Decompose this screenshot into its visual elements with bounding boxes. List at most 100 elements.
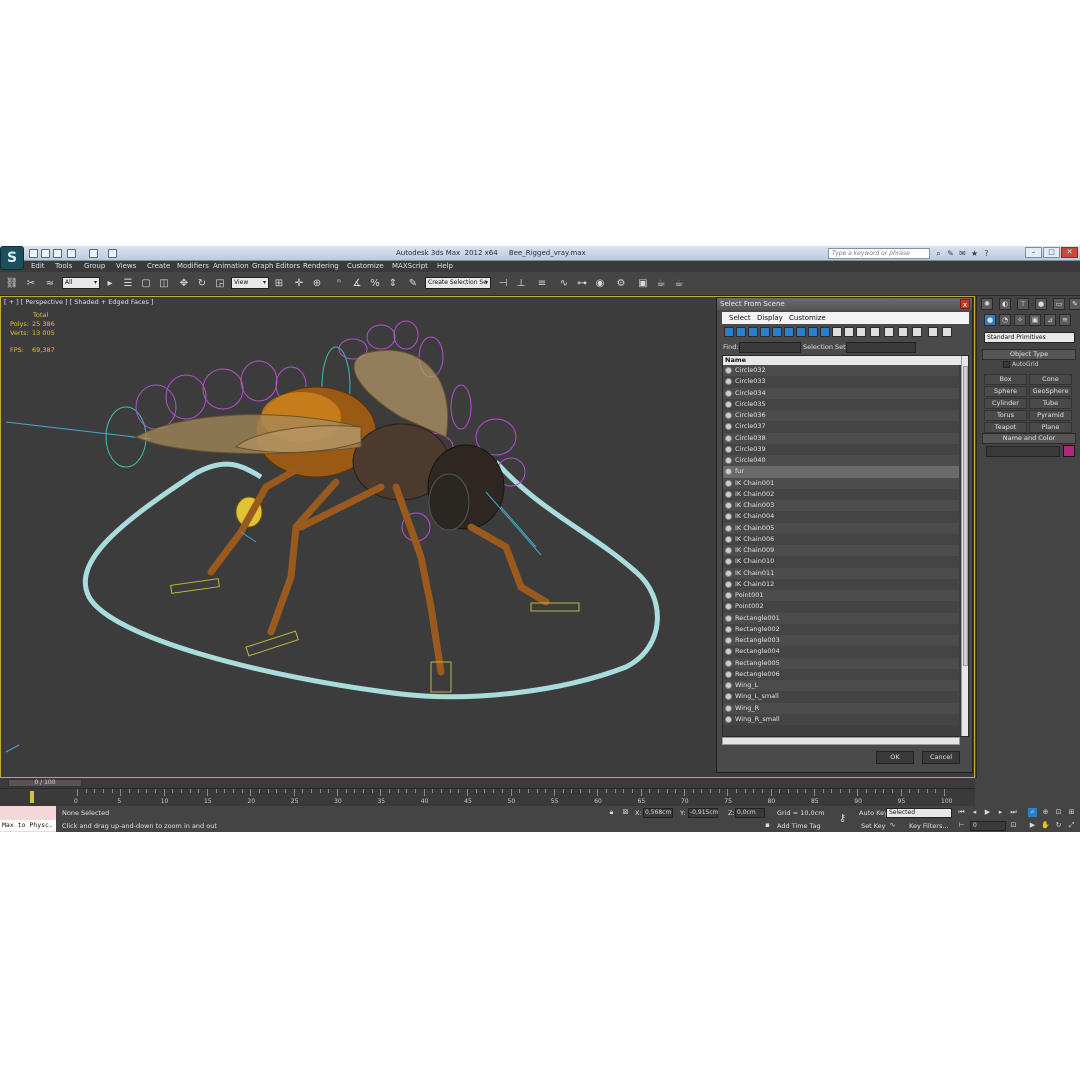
menu-tools[interactable]: Tools	[55, 262, 72, 270]
scale-icon[interactable]: ◲	[213, 277, 227, 291]
list-item[interactable]: Point002	[723, 601, 959, 613]
list-item[interactable]: Wing_R	[723, 702, 959, 714]
list-item[interactable]: IK Chain012	[723, 578, 959, 590]
list-item[interactable]: Circle038	[723, 432, 959, 444]
orbit-icon[interactable]: ↻	[1054, 821, 1063, 830]
display-geometry-icon[interactable]	[724, 327, 734, 337]
list-item[interactable]: IK Chain001	[723, 477, 959, 489]
zoom-extents-icon[interactable]: ⊡	[1054, 808, 1063, 817]
dialog-title[interactable]: Select From Scene	[717, 298, 972, 310]
column-header-name[interactable]: Name	[723, 356, 961, 365]
time-slider[interactable]: 0 / 100	[0, 778, 975, 788]
sphere-button[interactable]: Sphere	[984, 386, 1027, 397]
material-editor-icon[interactable]: ◉	[593, 277, 607, 291]
display-bones-icon[interactable]	[820, 327, 830, 337]
list-item[interactable]: Wing_L_small	[723, 691, 959, 703]
menu-customize[interactable]: Customize	[347, 262, 384, 270]
list-item[interactable]: Rectangle003	[723, 635, 959, 647]
display-all-icon[interactable]	[870, 327, 880, 337]
hierarchy-tab-icon[interactable]: ⊤	[1017, 298, 1029, 310]
open-file-icon[interactable]	[41, 249, 50, 258]
geosphere-button[interactable]: GeoSphere	[1029, 386, 1072, 397]
z-coord-field[interactable]: 0,0cm	[735, 808, 765, 818]
list-item[interactable]: IK Chain004	[723, 511, 959, 523]
list-item[interactable]: Point001	[723, 590, 959, 602]
object-color-swatch[interactable]	[1063, 445, 1075, 457]
close-window-button[interactable]: ✕	[1061, 247, 1078, 258]
display-groups-icon[interactable]	[796, 327, 806, 337]
maxscript-mini-listener[interactable]: Max to Physc.	[0, 820, 56, 831]
curve-editor-icon[interactable]: ∿	[557, 277, 571, 291]
maxscript-listener[interactable]: Max to Physc.	[0, 806, 56, 832]
list-item[interactable]: Circle034	[723, 387, 959, 399]
time-tag-icon[interactable]: ▪	[763, 821, 772, 830]
space-warps-category-icon[interactable]: ≋	[1059, 314, 1071, 326]
spinner-snap-icon[interactable]: ⇕	[386, 277, 400, 291]
find-input[interactable]	[739, 342, 801, 353]
scene-object-list[interactable]: Name Circle032 Circle033 Circle034 Circle03…	[722, 355, 969, 737]
edit-named-selection-icon[interactable]: ✎	[406, 277, 420, 291]
named-selection-dropdown[interactable]: Create Selection Se	[425, 277, 491, 289]
help-search-input[interactable]: Type a keyword or phrase	[828, 248, 930, 259]
list-item[interactable]: IK Chain005	[723, 522, 959, 534]
list-item[interactable]: IK Chain011	[723, 567, 959, 579]
hierarchy-view-icon[interactable]	[942, 327, 952, 337]
auto-key-button[interactable]: Auto Key	[859, 809, 888, 817]
go-to-start-icon[interactable]: ⏮	[957, 808, 966, 817]
display-containers-icon[interactable]	[832, 327, 842, 337]
list-scroll-thumb[interactable]	[963, 366, 968, 666]
mirror-icon[interactable]: ⊣	[496, 277, 510, 291]
layer-manager-icon[interactable]: ≡	[535, 277, 549, 291]
go-to-end-icon[interactable]: ⏭	[1009, 808, 1018, 817]
current-frame-field[interactable]: 0	[970, 821, 1006, 831]
geometry-category-icon[interactable]: ●	[984, 314, 996, 326]
undo-icon[interactable]	[67, 249, 76, 258]
list-horizontal-scrollbar[interactable]	[722, 737, 960, 745]
dialog-menu-customize[interactable]: Customize	[789, 314, 826, 322]
previous-frame-icon[interactable]: ◂	[970, 808, 979, 817]
ground-control-ring[interactable]	[82, 460, 660, 700]
menu-group[interactable]: Group	[84, 262, 105, 270]
utilities-tab-icon[interactable]: ✎	[1069, 298, 1080, 310]
rotate-icon[interactable]: ↻	[195, 277, 209, 291]
selection-filter-dropdown[interactable]: All	[62, 277, 100, 289]
schematic-view-icon[interactable]: ⊶	[575, 277, 589, 291]
save-file-icon[interactable]	[53, 249, 62, 258]
menu-create[interactable]: Create	[147, 262, 170, 270]
align-icon[interactable]: ⊥	[514, 277, 528, 291]
list-item[interactable]: Wing_L	[723, 680, 959, 692]
absolute-mode-icon[interactable]: ⊠	[621, 808, 630, 817]
display-invert-icon[interactable]	[898, 327, 908, 337]
list-item[interactable]: Circle040	[723, 455, 959, 467]
object-type-rollout[interactable]: Object Type	[982, 349, 1076, 360]
dialog-menu-select[interactable]: Select	[729, 314, 751, 322]
ok-button[interactable]: OK	[876, 751, 914, 764]
menu-modifiers[interactable]: Modifiers	[177, 262, 209, 270]
key-filter-curve-icon[interactable]: ∿	[888, 821, 897, 830]
sync-selection-icon[interactable]	[912, 327, 922, 337]
key-mode-toggle-icon[interactable]: ⊢	[957, 821, 966, 830]
move-icon[interactable]: ✥	[177, 277, 191, 291]
display-none-icon[interactable]	[884, 327, 894, 337]
y-coord-field[interactable]: -0,915cm	[688, 808, 719, 818]
display-frozen-icon[interactable]	[844, 327, 854, 337]
teapot-button[interactable]: Teapot	[984, 422, 1027, 433]
select-and-link-icon[interactable]: ⛓	[5, 277, 19, 291]
list-item[interactable]: IK Chain010	[723, 556, 959, 568]
subscription-icon[interactable]: ✎	[946, 249, 955, 258]
minimize-button[interactable]: –	[1025, 247, 1042, 258]
display-tab-icon[interactable]: ▭	[1053, 298, 1065, 310]
set-key-icon[interactable]: ⚷	[838, 814, 847, 824]
render-production-icon[interactable]: ☕	[654, 277, 668, 291]
primitive-category-dropdown[interactable]: Standard Primitives	[984, 332, 1075, 343]
key-filters-button[interactable]: Key Filters...	[909, 822, 949, 830]
maximize-button[interactable]: □	[1043, 247, 1060, 258]
modify-tab-icon[interactable]: ◐	[999, 298, 1011, 310]
dialog-menu-display[interactable]: Display	[757, 314, 783, 322]
motion-tab-icon[interactable]: ●	[1035, 298, 1047, 310]
ground-control-ring-segment[interactable]	[194, 461, 263, 480]
box-button[interactable]: Box	[984, 374, 1027, 385]
selection-set-dropdown[interactable]	[846, 342, 916, 353]
angle-snap-icon[interactable]: ∡	[350, 277, 364, 291]
list-item[interactable]: Circle032	[723, 365, 959, 377]
